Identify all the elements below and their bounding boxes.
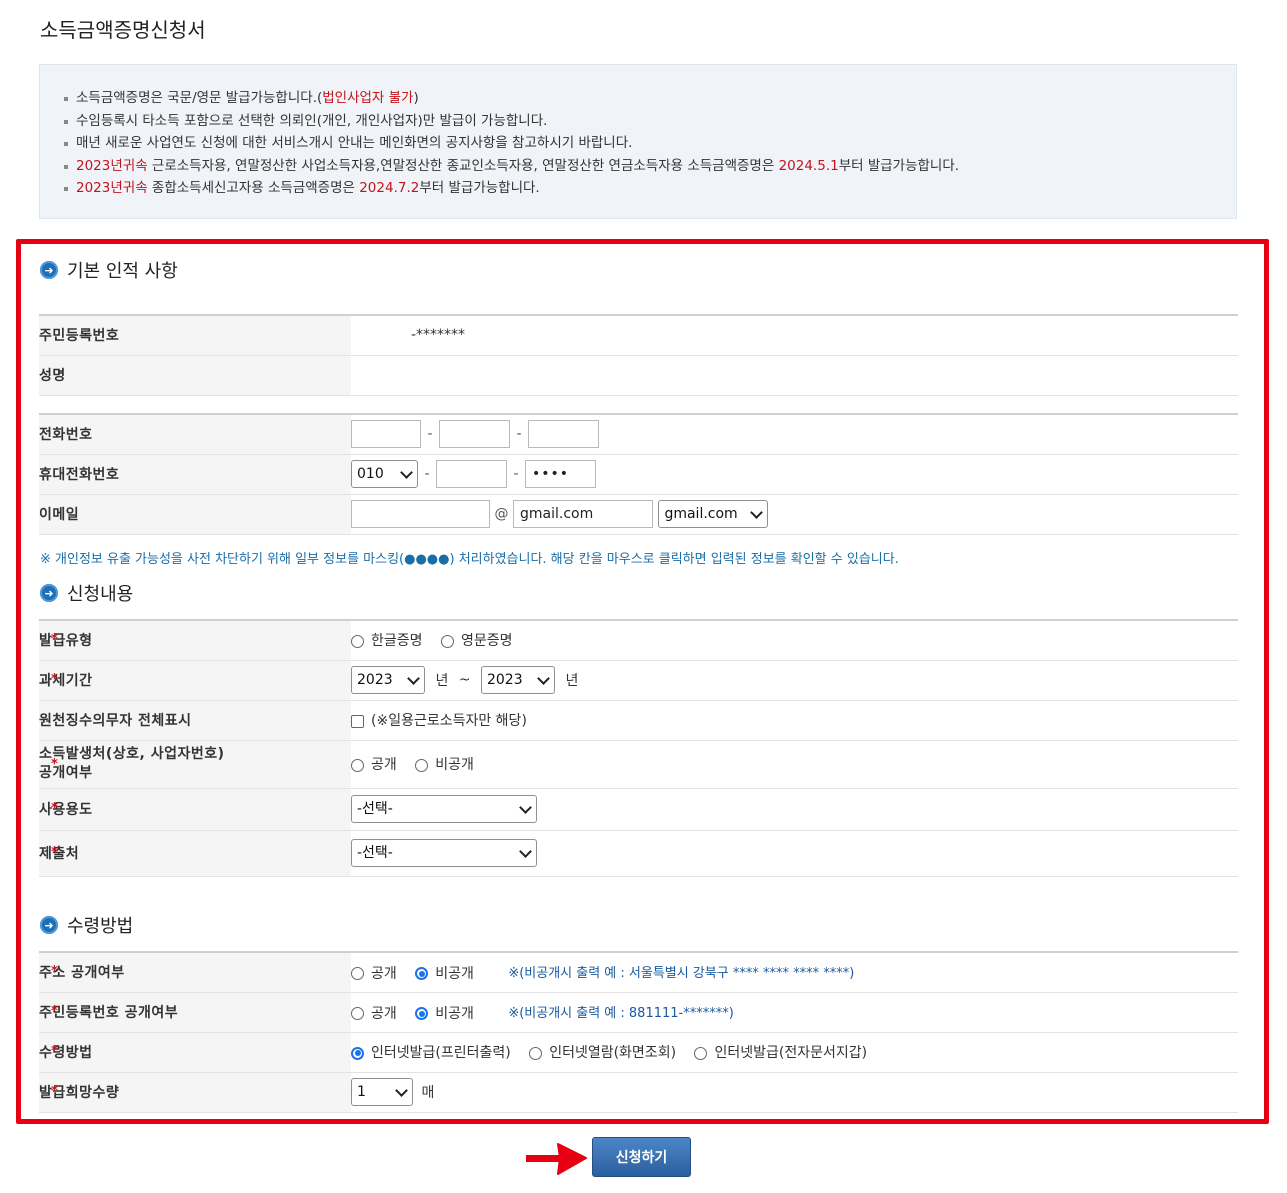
address-private-radio[interactable]: 비공개 — [415, 963, 474, 983]
phone-label: 전화번호 — [39, 413, 351, 455]
radio-icon — [351, 634, 364, 648]
section-basic-title: ➜ 기본 인적 사항 — [40, 257, 178, 283]
required-star-icon: * — [51, 844, 59, 860]
required-star-icon: * — [51, 671, 59, 687]
withholder-checkbox[interactable]: (※일용근로소득자만 해당) — [351, 710, 527, 730]
phone-part2-input[interactable] — [439, 420, 510, 449]
rrn-public-label: * 주민등록번호 공개여부 — [39, 992, 351, 1033]
submit-button[interactable]: 신청하기 — [592, 1137, 691, 1177]
radio-icon — [415, 758, 429, 772]
required-star-icon: * — [51, 800, 59, 816]
required-star-icon: * — [51, 756, 59, 772]
quantity-select[interactable]: 1 — [351, 1078, 413, 1106]
radio-icon — [351, 1007, 364, 1020]
period-from-select[interactable]: 2023 — [351, 666, 425, 694]
receipt-table: * 주소 공개여부 공개 비공개 ※(비공개시 출력 예 : 서울특별시 강북구 … — [39, 951, 1238, 1113]
issue-type-english[interactable]: 영문증명 — [440, 630, 513, 650]
section-request-title: ➜ 신청내용 — [40, 580, 133, 606]
notice-line-4: 2023년귀속 근로소득자용, 연말정산한 사업소득자용,연말정산한 종교인소득… — [64, 155, 1236, 178]
rrn-hint: ※(비공개시 출력 예 : 881111-*******) — [508, 1005, 734, 1021]
basic-info-table-1: 주민등록번호 -******* 성명 — [39, 314, 1238, 396]
basic-info-table-2: 전화번호 -- 휴대전화번호 010- - •••• 이메일 @ gmail.com … — [39, 413, 1238, 535]
tax-period-label: * 과세기간 — [39, 660, 351, 701]
notice-line-5: 2023년귀속 종합소득세신고자용 소득금액증명은 2024.7.2부터 발급가… — [64, 177, 1236, 200]
mobile-middle-input[interactable] — [436, 460, 507, 488]
phone-part3-input[interactable] — [528, 420, 599, 449]
page-title: 소득금액증명신청서 — [40, 18, 206, 42]
rrn-label: 주민등록번호 — [39, 314, 351, 356]
section-receipt-title: ➜ 수령방법 — [40, 912, 133, 938]
phone-part1-input[interactable] — [351, 420, 421, 449]
radio-icon — [694, 1046, 708, 1060]
address-hint: ※(비공개시 출력 예 : 서울특별시 강북구 **** **** **** *… — [508, 965, 855, 981]
required-star-icon: * — [51, 1083, 59, 1099]
name-label: 성명 — [39, 355, 351, 396]
income-source-public[interactable]: 공개 — [351, 754, 397, 774]
mobile-prefix-select[interactable]: 010 — [351, 460, 418, 488]
request-table: * 발급유형 한글증명 영문증명 * 과세기간 2023 년 ~ 2023 년 원천… — [39, 619, 1238, 877]
radio-icon — [351, 967, 364, 981]
address-public-radio[interactable]: 공개 — [351, 963, 397, 983]
red-arrow-icon — [526, 1143, 587, 1175]
rrn-value: -******* — [351, 314, 1238, 356]
chevron-down-icon — [407, 672, 420, 685]
rrn-private-radio[interactable]: 비공개 — [415, 1003, 474, 1023]
usage-label: * 사용용도 — [39, 788, 351, 831]
email-domain-input[interactable]: gmail.com — [513, 500, 653, 528]
email-id-input[interactable] — [351, 500, 490, 528]
chevron-down-icon — [537, 672, 550, 685]
notice-line-3: 매년 새로운 사업연도 신청에 대한 서비스개시 안내는 메인화면의 공지사항을… — [64, 132, 1236, 155]
notice-box: 소득금액증명은 국문/영문 발급가능합니다.(법인사업자 불가) 수임등록시 타… — [39, 64, 1237, 219]
submit-to-select[interactable]: -선택- — [351, 839, 537, 867]
receipt-method-label: * 수령방법 — [39, 1032, 351, 1073]
email-domain-select[interactable]: gmail.com — [658, 500, 769, 528]
required-star-icon: * — [51, 1043, 59, 1059]
chevron-down-icon — [519, 845, 532, 858]
chevron-down-icon — [395, 1084, 408, 1097]
rrn-public-radio[interactable]: 공개 — [351, 1003, 397, 1023]
method-print-radio[interactable]: 인터넷발급(프린터출력) — [351, 1042, 511, 1062]
radio-icon — [440, 634, 454, 648]
arrow-right-icon: ➜ — [40, 261, 58, 279]
required-star-icon: * — [51, 632, 59, 647]
issue-type-korean[interactable]: 한글증명 — [351, 630, 423, 650]
required-star-icon: * — [51, 1003, 59, 1019]
mobile-label: 휴대전화번호 — [39, 454, 351, 495]
arrow-right-icon: ➜ — [40, 916, 58, 934]
chevron-down-icon — [750, 506, 764, 519]
withholder-label: 원천징수의무자 전체표시 — [39, 700, 351, 741]
income-source-label: * 소득발생처(상호, 사업자번호) 공개여부 — [39, 740, 351, 789]
arrow-right-icon: ➜ — [40, 584, 58, 602]
notice-line-2: 수임등록시 타소득 포함으로 선택한 의뢰인(개인, 개인사업자)만 발급이 가… — [64, 110, 1236, 133]
radio-checked-icon — [415, 1007, 429, 1020]
chevron-down-icon — [400, 466, 413, 479]
name-value — [351, 355, 1238, 396]
period-to-select[interactable]: 2023 — [480, 666, 555, 694]
issue-type-label: * 발급유형 — [39, 619, 351, 661]
radio-icon — [529, 1046, 543, 1060]
income-source-private[interactable]: 비공개 — [415, 754, 474, 774]
submit-to-label: * 제출처 — [39, 830, 351, 877]
method-view-radio[interactable]: 인터넷열람(화면조회) — [529, 1042, 676, 1062]
radio-checked-icon — [415, 967, 429, 981]
radio-checked-icon — [351, 1046, 364, 1060]
required-star-icon: * — [51, 964, 59, 979]
radio-icon — [351, 758, 364, 772]
method-wallet-radio[interactable]: 인터넷발급(전자문서지갑) — [694, 1042, 867, 1062]
usage-select[interactable]: -선택- — [351, 795, 537, 823]
quantity-label: * 발급희망수량 — [39, 1072, 351, 1113]
notice-line-1: 소득금액증명은 국문/영문 발급가능합니다.(법인사업자 불가) — [64, 87, 1236, 110]
address-public-label: * 주소 공개여부 — [39, 951, 351, 993]
checkbox-icon — [351, 714, 364, 728]
chevron-down-icon — [519, 801, 532, 814]
email-label: 이메일 — [39, 494, 351, 535]
mask-note: ※ 개인정보 유출 가능성을 사전 차단하기 위해 일부 정보를 마스킹(●●●… — [40, 552, 899, 567]
mobile-last-input[interactable]: •••• — [525, 460, 596, 488]
